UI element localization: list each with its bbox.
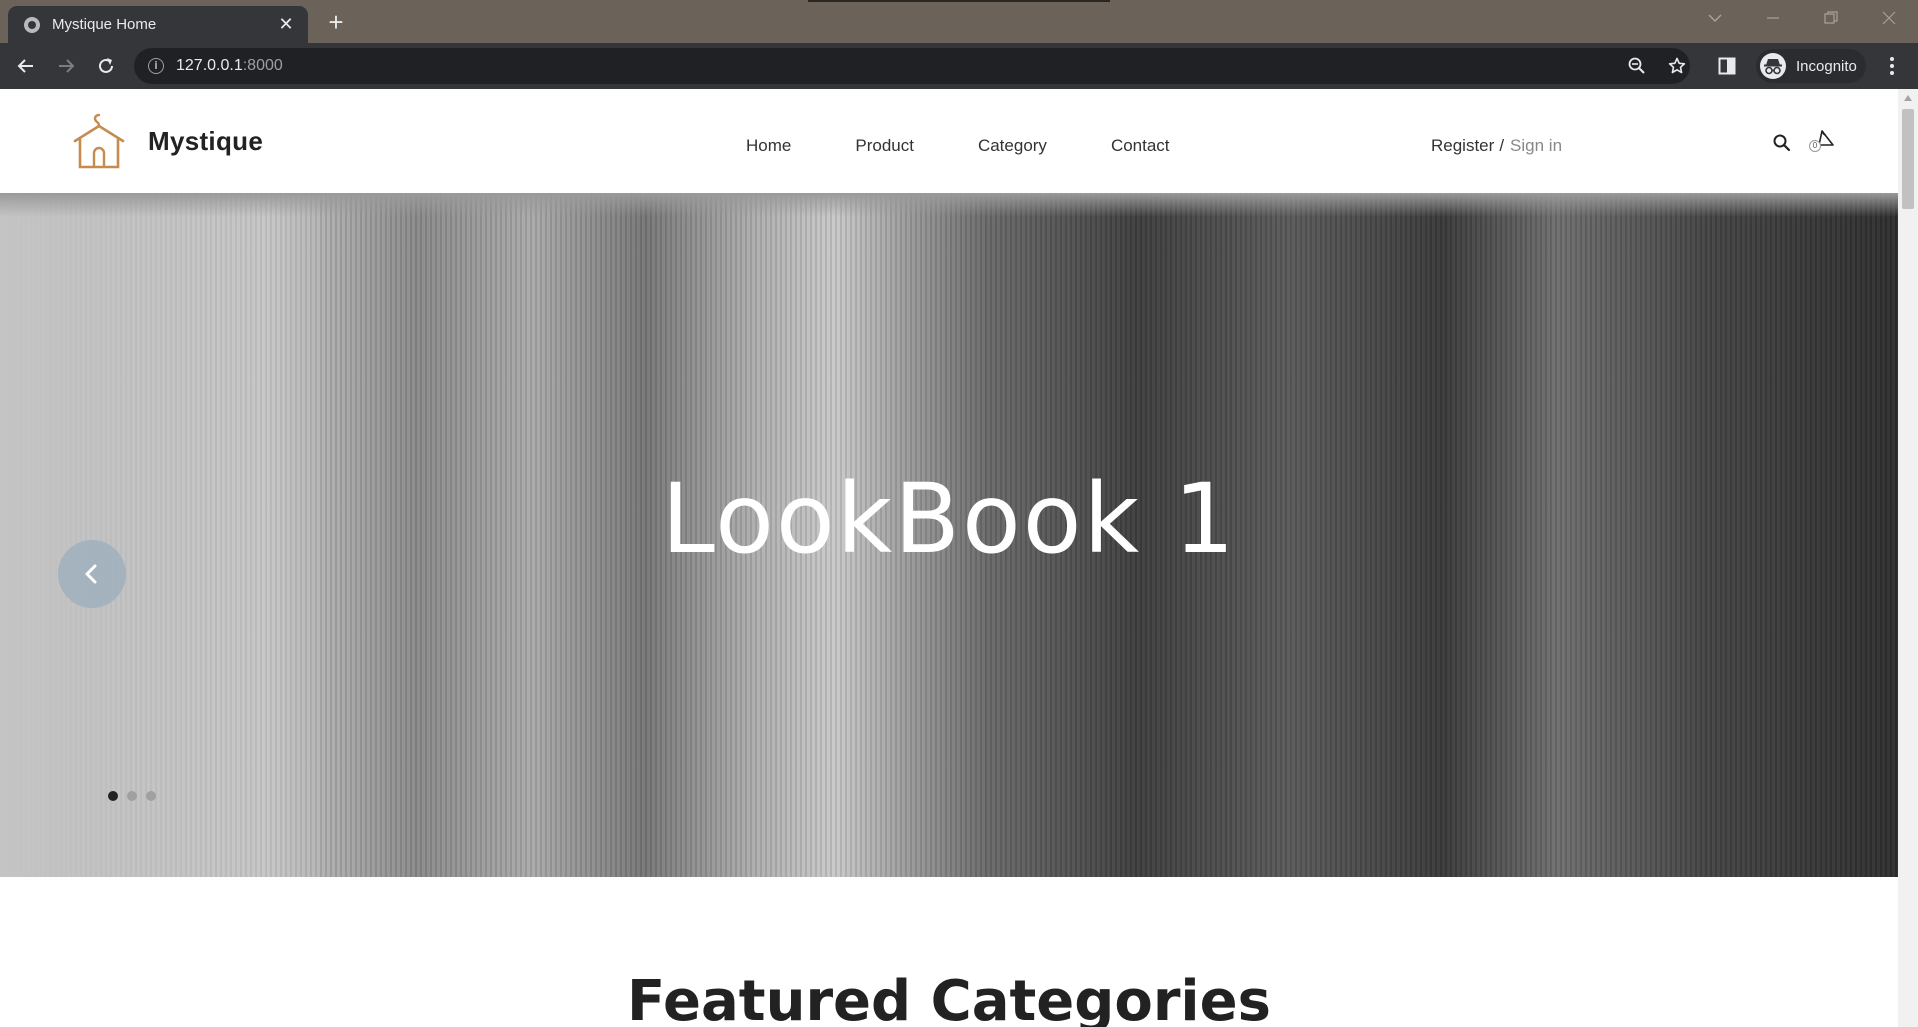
slider-dot-3[interactable] — [146, 791, 156, 801]
tab-strip-divider — [808, 0, 1110, 2]
globe-icon — [24, 16, 40, 33]
register-link[interactable]: Register — [1431, 136, 1494, 156]
cart-button[interactable]: 0 — [1806, 129, 1836, 159]
browser-menu-icon[interactable] — [1882, 55, 1902, 77]
bookmark-star-icon[interactable] — [1668, 57, 1686, 75]
nav-category[interactable]: Category — [978, 136, 1047, 156]
nav-contact[interactable]: Contact — [1111, 136, 1170, 156]
browser-tab[interactable]: Mystique Home ✕ — [8, 6, 308, 43]
search-icon[interactable] — [1772, 133, 1792, 153]
auth-links: Register / Sign in — [1431, 136, 1562, 156]
hero-image-rail — [0, 193, 1898, 217]
auth-separator: / — [1499, 136, 1505, 155]
site-info-icon[interactable]: i — [148, 58, 164, 74]
url-port: :8000 — [242, 57, 283, 74]
incognito-icon — [1760, 53, 1786, 79]
window-controls — [1686, 0, 1918, 36]
close-window-icon[interactable] — [1860, 0, 1918, 36]
web-page: Mystique Home Product Category Contact R… — [0, 89, 1898, 1027]
side-panel-icon[interactable] — [1718, 57, 1736, 75]
tab-title: Mystique Home — [52, 16, 157, 33]
sign-in-link[interactable]: Sign in — [1510, 136, 1562, 156]
slider-dot-2[interactable] — [127, 791, 137, 801]
site-header: Mystique Home Product Category Contact R… — [0, 89, 1898, 193]
cart-count-badge: 0 — [1809, 140, 1821, 152]
incognito-label: Incognito — [1796, 57, 1857, 75]
slider-dots — [108, 791, 165, 801]
nav-home[interactable]: Home — [746, 136, 791, 156]
close-tab-icon[interactable]: ✕ — [276, 14, 296, 35]
forward-arrow-icon[interactable] — [50, 50, 82, 82]
url-host: 127.0.0.1 — [176, 57, 243, 74]
scroll-thumb[interactable] — [1902, 109, 1914, 209]
page-scrollbar[interactable] — [1898, 89, 1918, 1027]
slider-dot-1[interactable] — [108, 791, 118, 801]
scroll-up-arrow-icon[interactable] — [1904, 95, 1912, 101]
reload-icon[interactable] — [90, 50, 122, 82]
featured-categories-heading: Featured Categories — [627, 969, 1271, 1027]
new-tab-button[interactable]: + — [322, 8, 350, 36]
zoom-out-icon[interactable] — [1628, 57, 1646, 75]
tab-search-icon[interactable] — [1686, 0, 1744, 36]
back-arrow-icon[interactable] — [10, 50, 42, 82]
chevron-left-icon — [85, 564, 97, 584]
address-bar[interactable]: i 127.0.0.1 :8000 — [134, 48, 1690, 84]
hero-title: LookBook 1 — [661, 463, 1237, 575]
minimize-icon[interactable] — [1744, 0, 1802, 36]
restore-icon[interactable] — [1802, 0, 1860, 36]
site-logo[interactable]: Mystique — [72, 113, 263, 169]
brand-name: Mystique — [148, 125, 264, 156]
hanger-house-logo-icon — [73, 113, 125, 169]
slider-prev-button[interactable] — [58, 540, 126, 608]
main-nav: Home Product Category Contact — [746, 136, 1234, 156]
nav-product[interactable]: Product — [855, 136, 914, 156]
browser-toolbar: i 127.0.0.1 :8000 Incognito — [0, 43, 1918, 89]
incognito-badge[interactable]: Incognito — [1756, 49, 1866, 83]
browser-tabbar: Mystique Home ✕ + — [0, 0, 1918, 43]
hero-slider: LookBook 1 — [0, 193, 1898, 877]
